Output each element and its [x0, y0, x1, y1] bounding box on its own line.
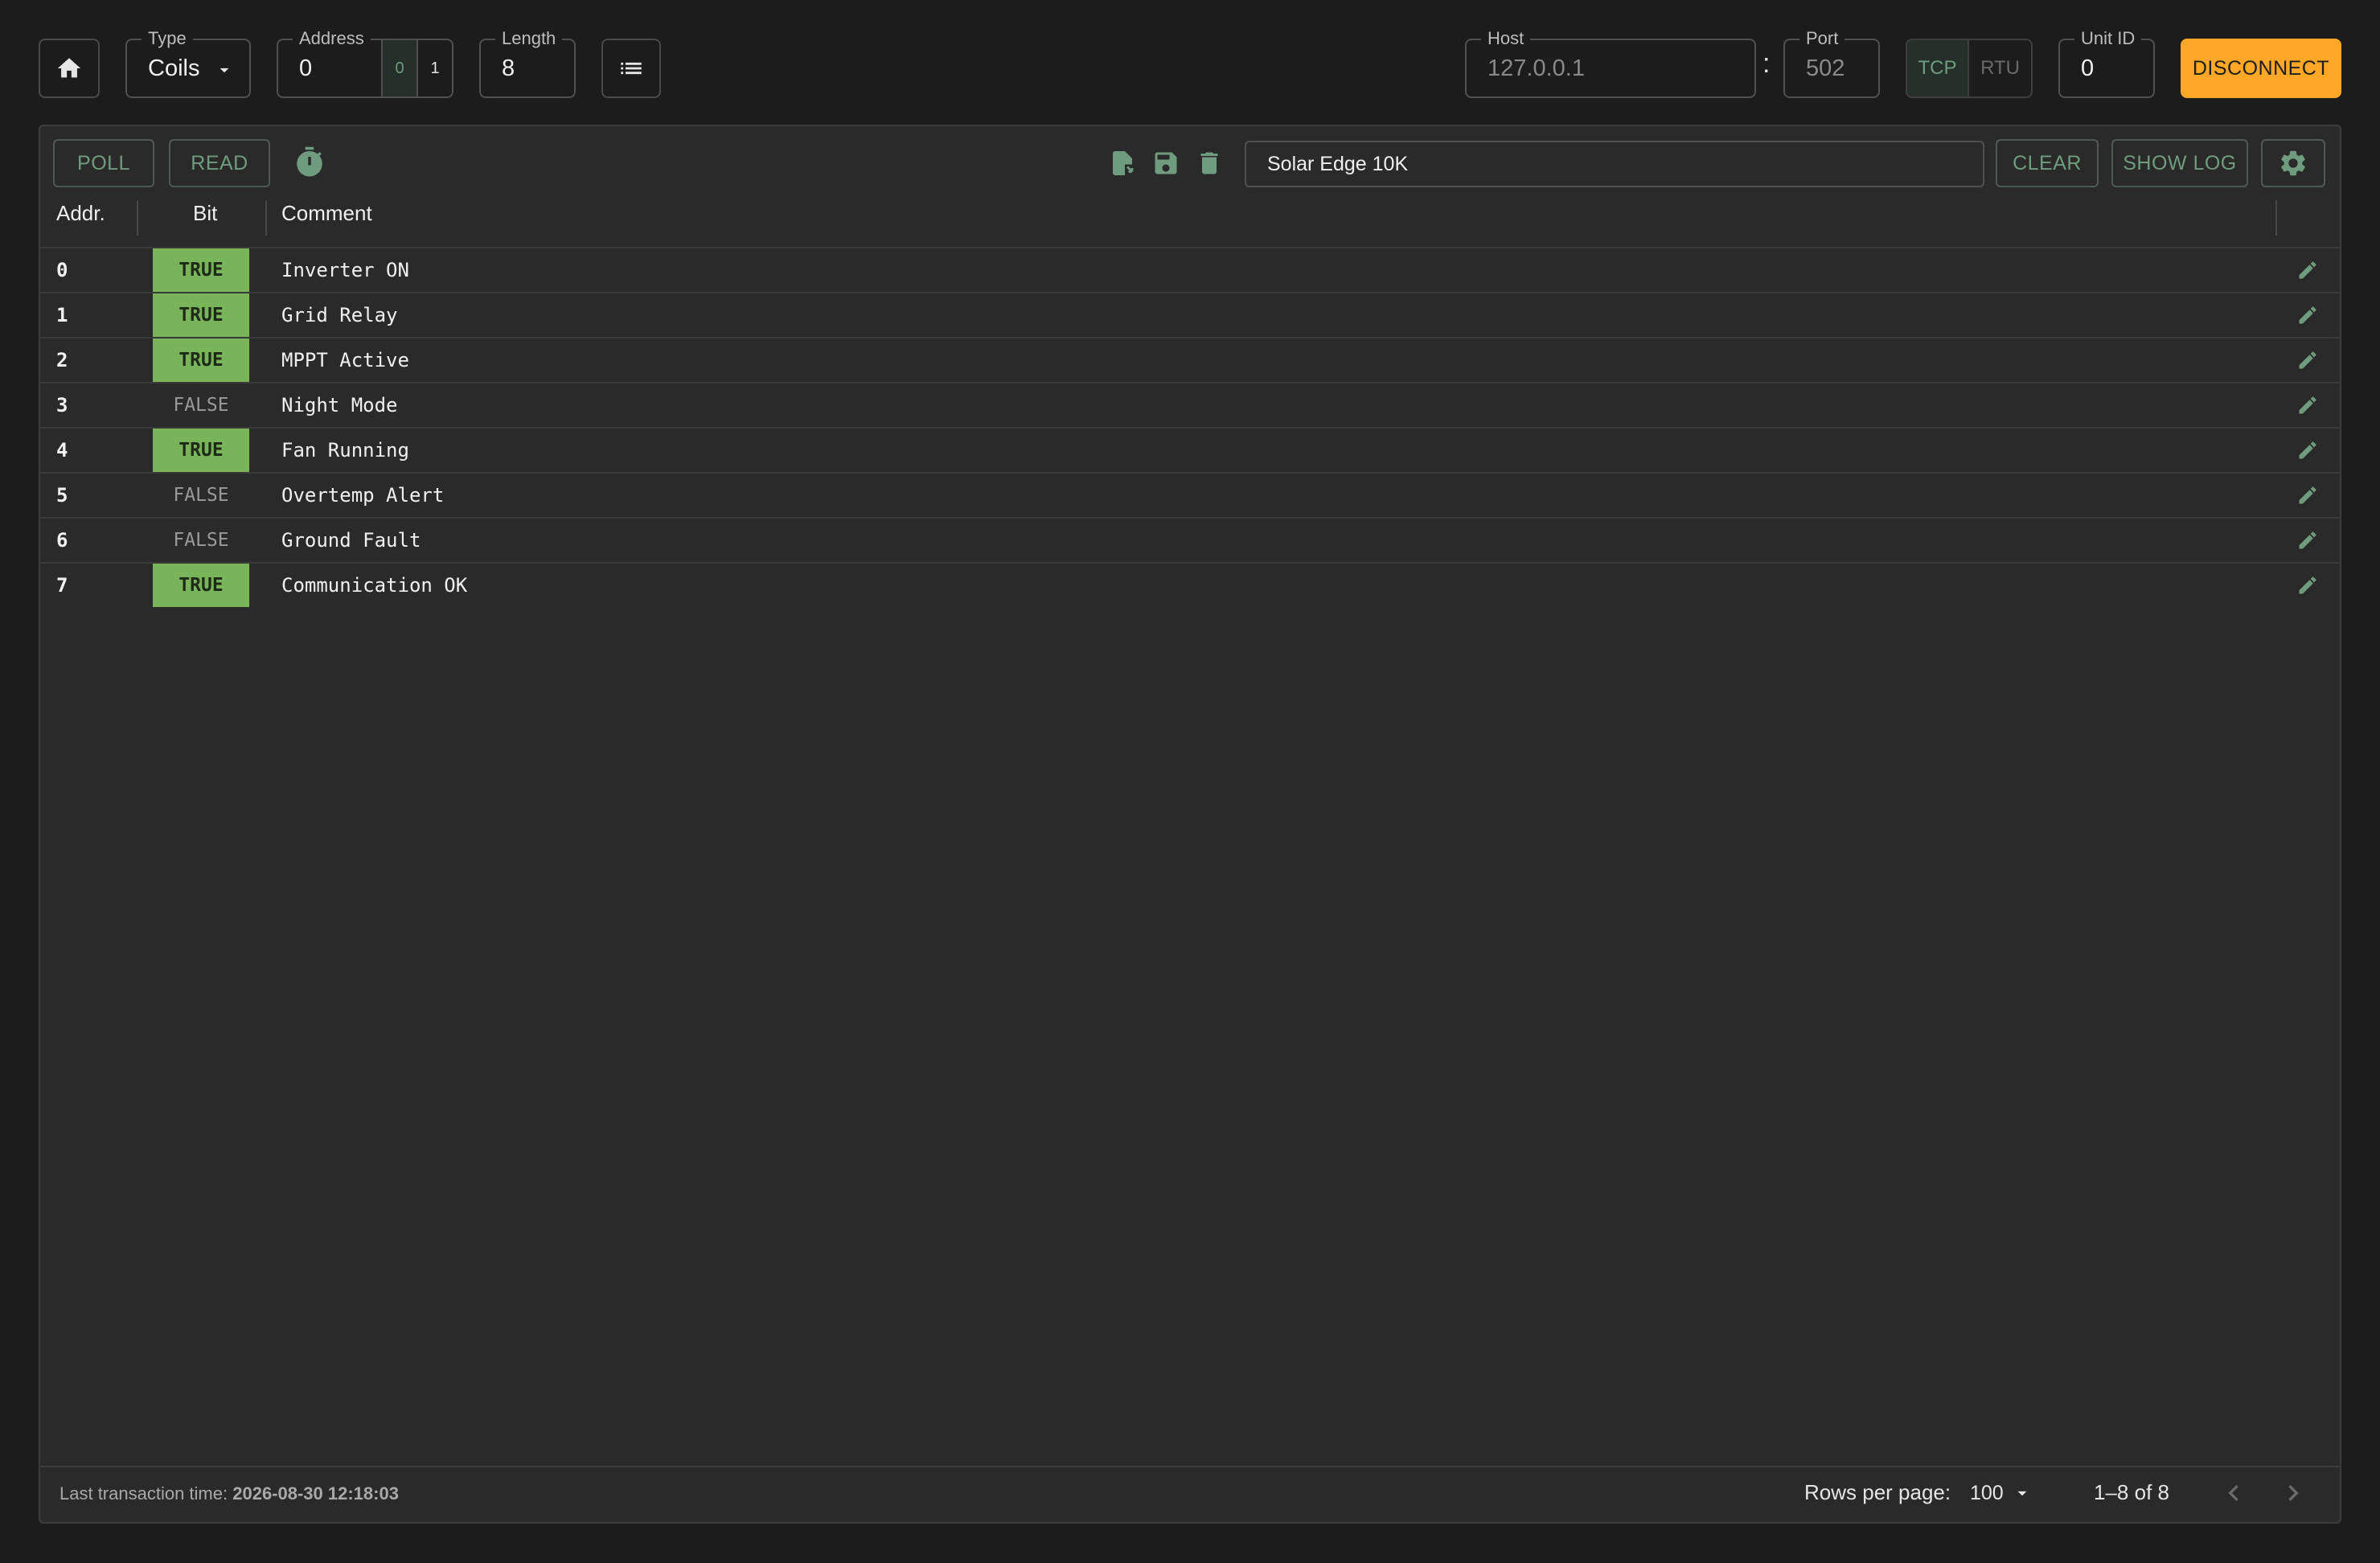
row-address: 5 [56, 484, 68, 507]
host-port-separator: : [1762, 48, 1771, 79]
row-bit-value[interactable]: TRUE [153, 248, 249, 292]
chevron-right-icon[interactable] [2277, 1477, 2309, 1509]
table-row: 5 FALSE Overtemp Alert [40, 472, 2340, 517]
pencil-icon[interactable] [2296, 439, 2319, 462]
home-icon [57, 58, 81, 78]
unit-id-value: 0 [2081, 55, 2095, 81]
length-field[interactable]: Length 8 [479, 28, 576, 98]
row-address: 0 [56, 259, 68, 281]
page-range: 1–8 of 8 [2094, 1480, 2169, 1504]
row-comment: Night Mode [281, 394, 398, 416]
table-row: 3 FALSE Night Mode [40, 382, 2340, 427]
gear-icon [2281, 150, 2305, 176]
clear-button[interactable]: CLEAR [1996, 139, 2099, 187]
pencil-icon[interactable] [2296, 394, 2319, 416]
poll-button[interactable]: POLL [53, 139, 154, 187]
table-row: 6 FALSE Ground Fault [40, 517, 2340, 562]
row-comment: Inverter ON [281, 259, 409, 281]
column-header-addr[interactable]: Addr. [56, 192, 105, 234]
save-icon[interactable] [1151, 149, 1180, 178]
footer-divider [40, 1466, 2340, 1467]
port-value: 502 [1806, 55, 1845, 81]
registers-panel: POLL READ Solar Edge 10K CLEAR SHOW LOG … [39, 125, 2341, 1524]
row-comment: Overtemp Alert [281, 484, 445, 507]
chevron-left-icon[interactable] [2218, 1477, 2250, 1509]
row-comment: Communication OK [281, 574, 468, 597]
row-comment: Ground Fault [281, 529, 421, 552]
column-separator [137, 200, 138, 236]
rows-per-page-label: Rows per page: [1804, 1480, 1951, 1504]
list-icon [621, 62, 642, 75]
table-row: 7 TRUE Communication OK [40, 562, 2340, 607]
row-address: 7 [56, 574, 68, 597]
table-body: 0 TRUE Inverter ON 1 TRUE Grid Relay 2 TRUE MPPT… [40, 247, 2340, 649]
read-button[interactable]: READ [169, 139, 270, 187]
column-separator [265, 200, 267, 236]
pencil-icon[interactable] [2296, 304, 2319, 326]
list-button[interactable] [601, 39, 661, 98]
chevron-down-icon [220, 68, 229, 73]
row-address: 2 [56, 349, 68, 371]
file-import-icon[interactable] [1108, 149, 1137, 178]
rows-per-page-value: 100 [1970, 1481, 2004, 1504]
address-base-0-button[interactable]: 0 [381, 40, 416, 96]
pencil-icon[interactable] [2296, 259, 2319, 281]
rows-per-page-select[interactable]: 100 [1970, 1477, 2047, 1509]
column-header-comment[interactable]: Comment [281, 192, 372, 234]
row-address: 6 [56, 529, 68, 552]
config-name-input[interactable]: Solar Edge 10K [1245, 141, 1984, 187]
row-bit-value[interactable]: TRUE [153, 338, 249, 382]
row-bit-value[interactable]: TRUE [153, 293, 249, 337]
row-bit-value[interactable]: TRUE [153, 564, 249, 607]
address-value: 0 [299, 55, 313, 81]
unit-id-field[interactable]: Unit ID 0 [2058, 28, 2155, 98]
row-bit-value[interactable]: TRUE [153, 429, 249, 472]
pencil-icon[interactable] [2296, 349, 2319, 371]
table-row: 2 TRUE MPPT Active [40, 337, 2340, 382]
row-bit-value[interactable]: FALSE [153, 519, 249, 562]
row-address: 3 [56, 394, 68, 416]
host-value: 127.0.0.1 [1488, 55, 1585, 81]
delete-icon[interactable] [1195, 149, 1224, 178]
type-select[interactable]: Type Coils [125, 28, 251, 98]
pencil-icon[interactable] [2296, 529, 2319, 552]
address-field[interactable]: Address 0 0 1 [277, 28, 453, 98]
port-field[interactable]: Port 502 [1783, 28, 1880, 98]
protocol-tcp-button[interactable]: TCP [1907, 40, 1970, 96]
row-bit-value[interactable]: FALSE [153, 474, 249, 517]
column-header-bit[interactable]: Bit [193, 192, 217, 234]
last-transaction-value: 2026-08-30 12:18:03 [232, 1483, 399, 1504]
last-transaction-label: Last transaction time: [60, 1483, 228, 1504]
row-comment: Fan Running [281, 439, 409, 462]
show-log-button[interactable]: SHOW LOG [2111, 139, 2248, 187]
last-transaction: Last transaction time: 2026-08-30 12:18:… [60, 1483, 399, 1504]
disconnect-button[interactable]: DISCONNECT [2181, 39, 2341, 98]
table-row: 0 TRUE Inverter ON [40, 247, 2340, 292]
table-row: 4 TRUE Fan Running [40, 427, 2340, 472]
type-value: Coils [148, 55, 200, 81]
row-bit-value[interactable]: FALSE [153, 384, 249, 427]
address-base-1-button[interactable]: 1 [416, 40, 452, 96]
table-row: 1 TRUE Grid Relay [40, 292, 2340, 337]
pencil-icon[interactable] [2296, 574, 2319, 597]
column-separator [2275, 200, 2277, 236]
chevron-down-icon [2017, 1491, 2027, 1496]
protocol-toggle: TCP RTU [1906, 39, 2033, 98]
settings-button[interactable] [2261, 139, 2325, 187]
config-name-value: Solar Edge 10K [1267, 152, 1409, 175]
length-value: 8 [502, 55, 515, 81]
protocol-rtu-button[interactable]: RTU [1969, 40, 2031, 96]
host-field[interactable]: Host 127.0.0.1 [1465, 28, 1756, 98]
row-comment: MPPT Active [281, 349, 409, 371]
row-address: 4 [56, 439, 68, 462]
timer-icon[interactable] [293, 146, 326, 179]
pencil-icon[interactable] [2296, 484, 2319, 507]
row-comment: Grid Relay [281, 304, 398, 326]
home-button[interactable] [39, 39, 100, 98]
row-address: 1 [56, 304, 68, 326]
